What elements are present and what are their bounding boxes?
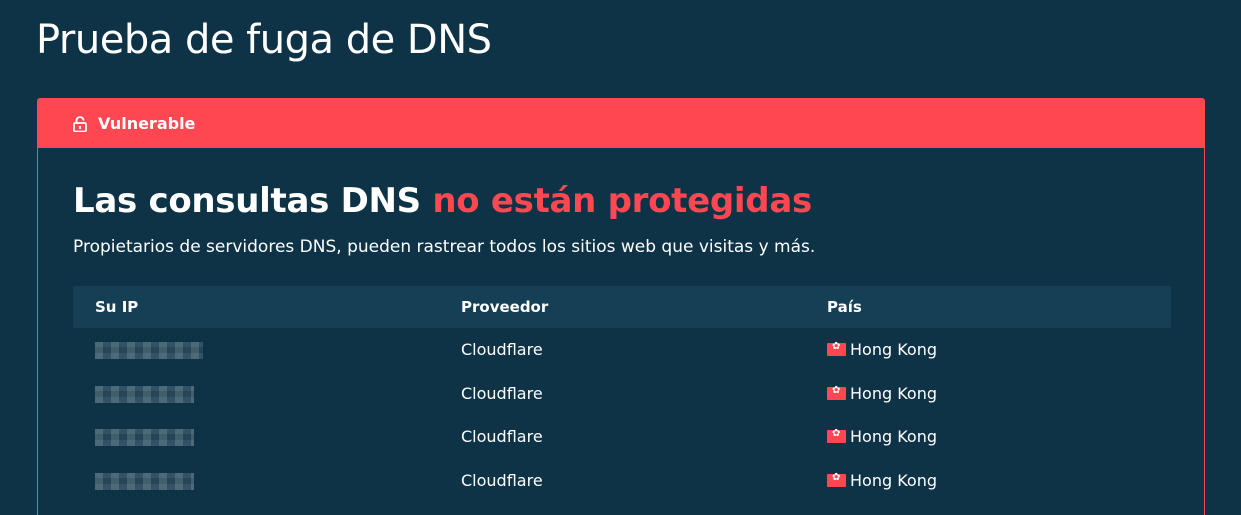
column-header-provider: Proveedor [461, 298, 549, 316]
ip-cell [73, 372, 439, 416]
country-name: Hong Kong [850, 470, 937, 490]
provider-cell: Cloudflare [461, 427, 543, 447]
column-header-ip: Su IP [95, 298, 139, 316]
ip-cell [73, 415, 439, 459]
dns-servers-table: Su IP Proveedor País Cloudflare Hong Kon… [73, 286, 1171, 502]
ip-cell [73, 459, 439, 503]
hong-kong-flag-icon [827, 341, 846, 357]
ip-cell [73, 328, 439, 372]
redacted-ip [95, 385, 194, 403]
country-cell: Hong Kong [805, 328, 1171, 372]
result-headline: Las consultas DNS no están protegidas [73, 181, 812, 221]
country-cell: Hong Kong [805, 459, 1171, 503]
vulnerable-banner: Vulnerable [38, 99, 1204, 148]
column-header-country: País [827, 298, 862, 316]
country-name: Hong Kong [850, 427, 937, 447]
redacted-ip [95, 342, 203, 360]
hong-kong-flag-icon [827, 385, 846, 400]
table-header-row: Su IP Proveedor País [73, 286, 1171, 328]
headline-normal-text: Las consultas DNS [73, 181, 433, 221]
hong-kong-flag-icon [827, 472, 846, 487]
hong-kong-flag-icon [827, 428, 846, 444]
provider-cell: Cloudflare [461, 470, 543, 490]
table-row: Cloudflare Hong Kong [73, 415, 1171, 459]
country-name: Hong Kong [850, 383, 937, 403]
unlocked-padlock-icon [73, 115, 87, 132]
table-row: Cloudflare Hong Kong [73, 372, 1171, 416]
country-name: Hong Kong [850, 340, 937, 360]
redacted-ip [95, 472, 194, 490]
country-cell: Hong Kong [805, 372, 1171, 416]
dns-leak-test-page: Prueba de fuga de DNS Vulnerable Las con… [0, 0, 1241, 515]
table-row: Cloudflare Hong Kong [73, 459, 1171, 503]
headline-alert-text: no están protegidas [432, 181, 812, 221]
table-row: Cloudflare Hong Kong [73, 328, 1171, 372]
status-card: Vulnerable Las consultas DNS no están pr… [37, 98, 1205, 515]
status-label: Vulnerable [98, 114, 196, 133]
result-description: Propietarios de servidores DNS, pueden r… [73, 237, 816, 257]
provider-cell: Cloudflare [461, 383, 543, 403]
country-cell: Hong Kong [805, 415, 1171, 459]
provider-cell: Cloudflare [461, 340, 543, 360]
redacted-ip [95, 429, 194, 447]
page-title: Prueba de fuga de DNS [36, 17, 492, 63]
